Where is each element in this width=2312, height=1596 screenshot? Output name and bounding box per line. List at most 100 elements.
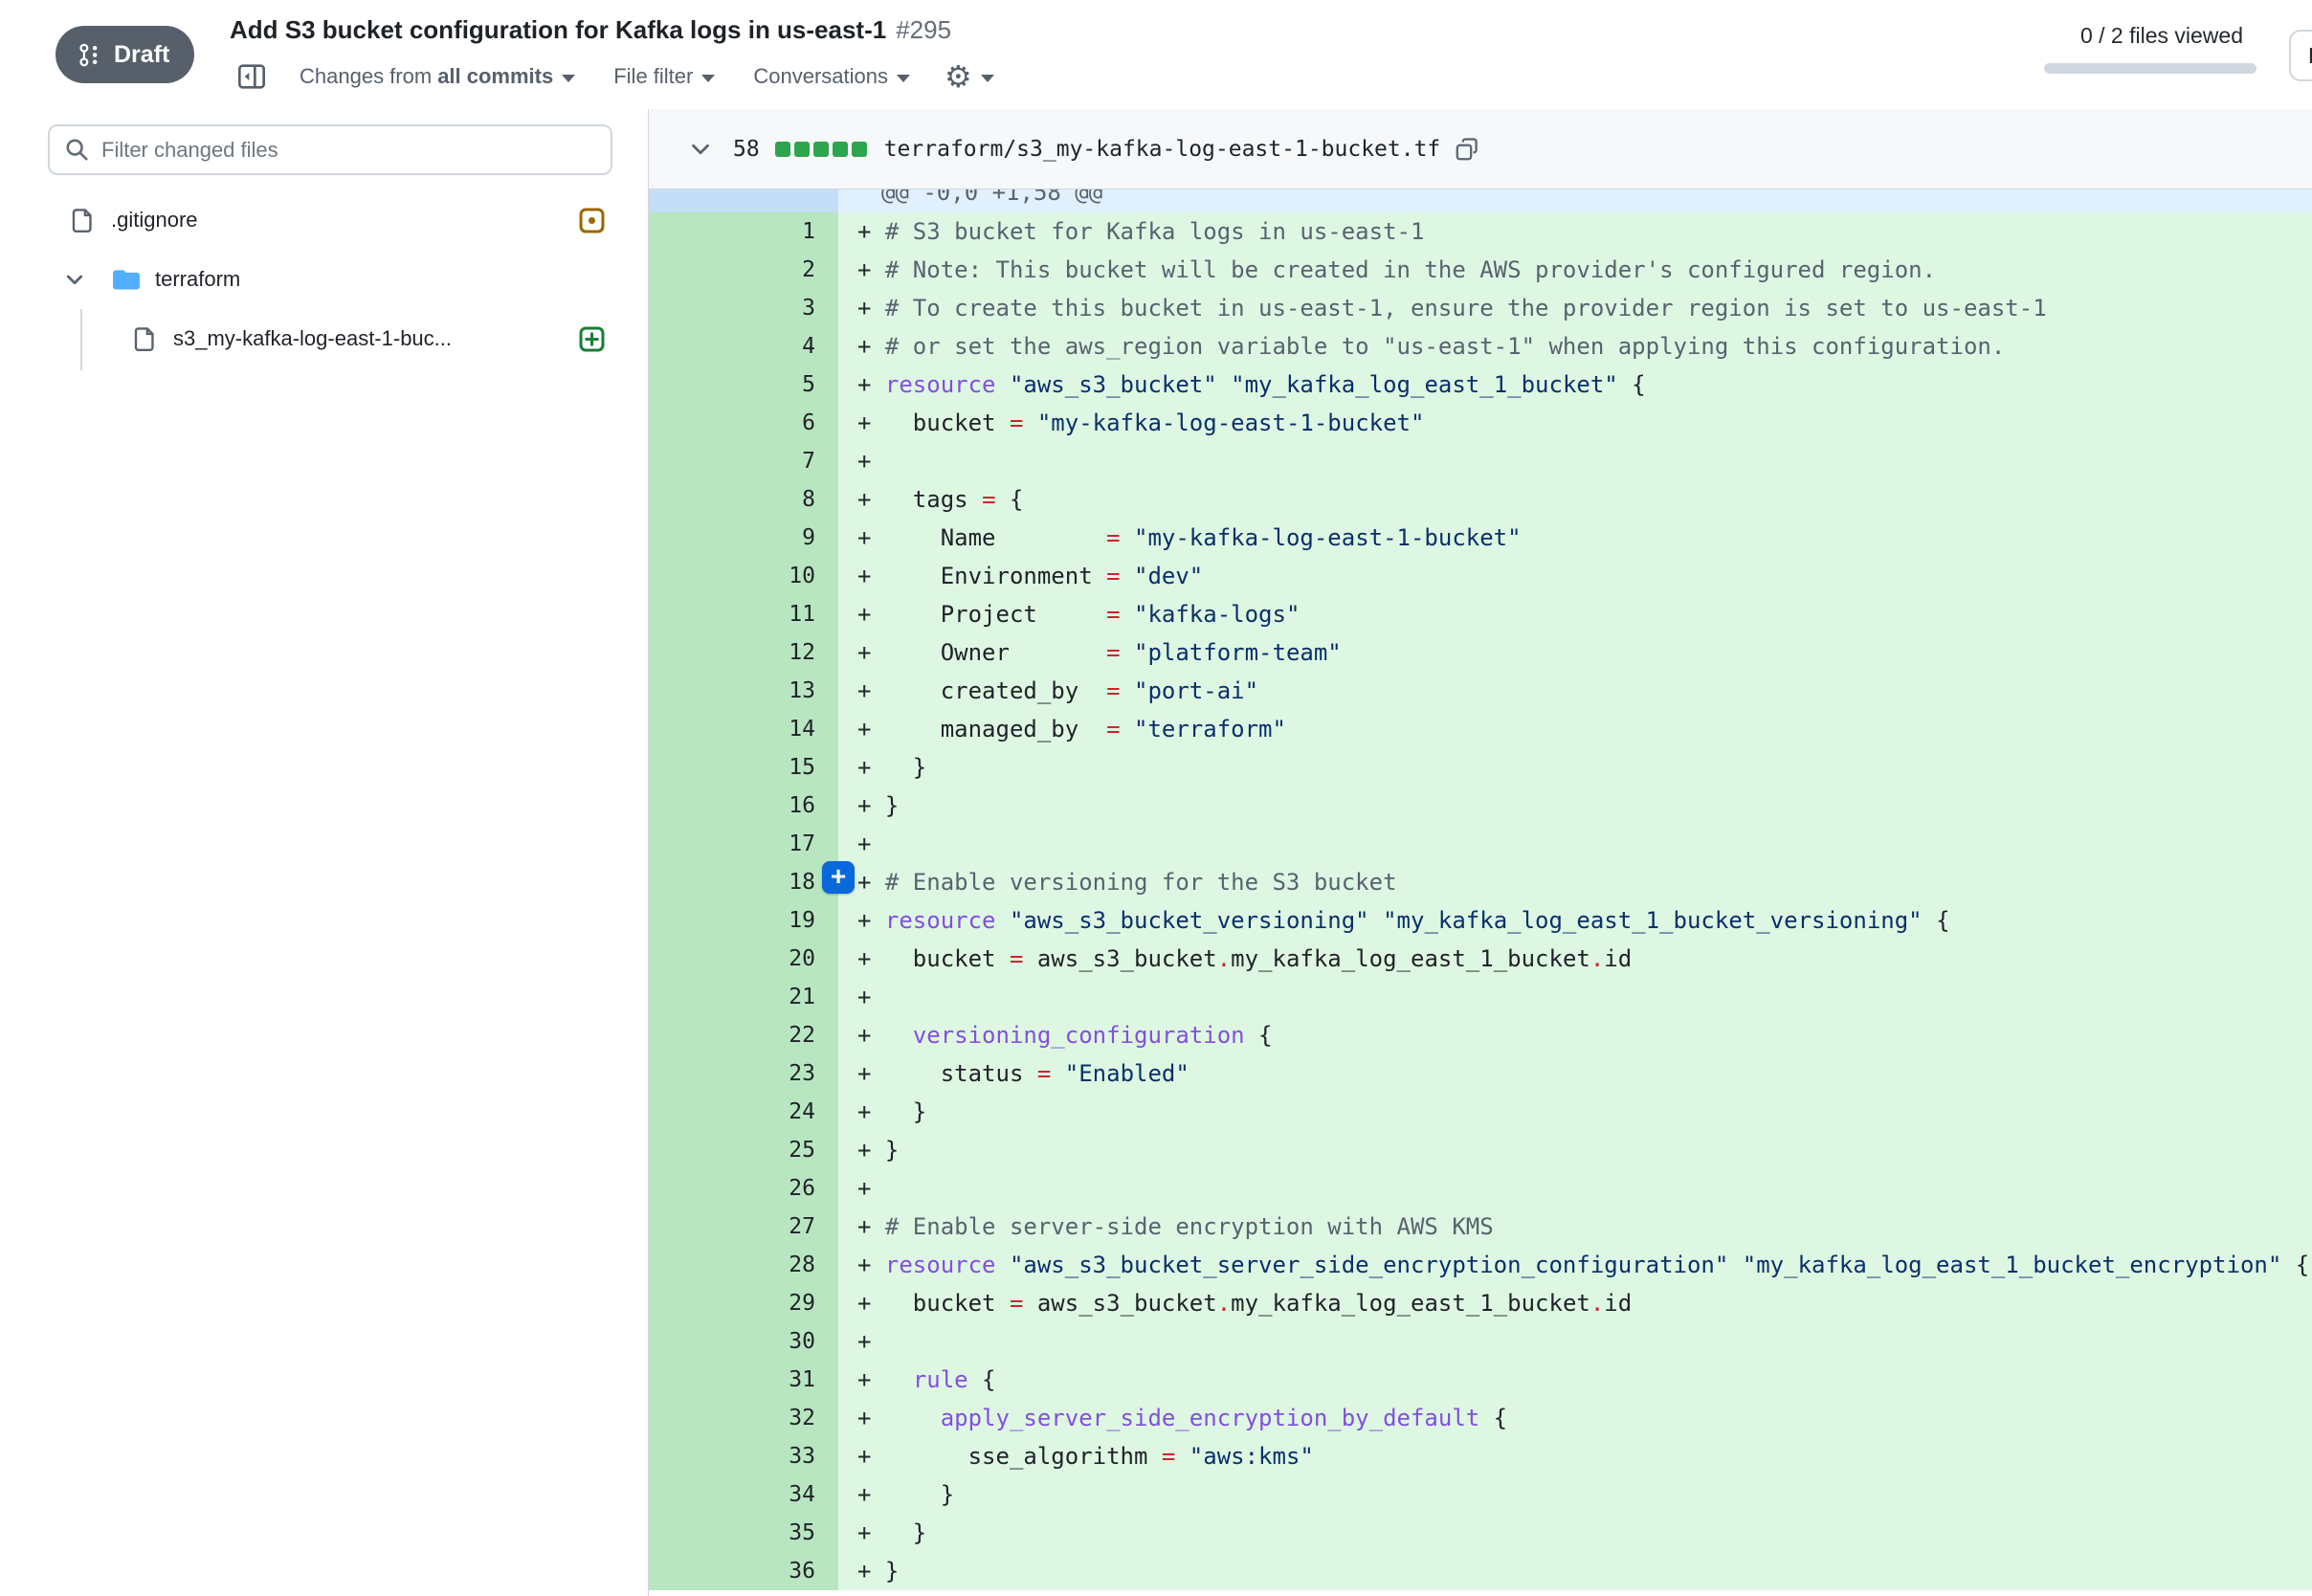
diff-line: 2+ # Note: This bucket will be created i… — [649, 251, 2312, 289]
diff-line-number[interactable]: 33 — [649, 1437, 838, 1475]
pr-title-text: Add S3 bucket configuration for Kafka lo… — [230, 15, 886, 44]
addition-marker: + — [857, 524, 885, 551]
diff-line-number[interactable]: 10 — [649, 557, 838, 595]
diff-line-number[interactable]: 12 — [649, 633, 838, 672]
add-comment-plus-button[interactable]: + — [822, 861, 855, 894]
diff-line-number[interactable]: 3 — [649, 289, 838, 327]
diff-line-number[interactable]: 21 — [649, 978, 838, 1016]
diff-line-number[interactable]: 14 — [649, 710, 838, 748]
diff-line-number[interactable]: 11 — [649, 595, 838, 633]
diff-line-number[interactable]: 25 — [649, 1131, 838, 1169]
diff-line-number[interactable]: 13 — [649, 672, 838, 710]
addition-marker: + — [857, 1405, 885, 1431]
diff-line-code: + versioning_configuration { — [838, 1016, 2312, 1054]
diff-line-code: + tags = { — [838, 480, 2312, 519]
collapse-sidebar-button[interactable] — [236, 61, 267, 92]
files-viewed-counter: 0 / 2 files viewed — [2080, 23, 2243, 49]
file-filter-dropdown[interactable]: File filter — [613, 64, 715, 89]
copy-path-button[interactable] — [1456, 138, 1478, 161]
diff-line: 7+ — [649, 442, 2312, 480]
diff-line-number[interactable]: 26 — [649, 1169, 838, 1208]
tree-item-terraform-folder[interactable]: terraform — [0, 250, 648, 309]
diff-stat-blocks — [775, 142, 867, 157]
diff-filename-link[interactable]: terraform/s3_my-kafka-log-east-1-bucket.… — [884, 137, 1441, 162]
changes-from-dropdown[interactable]: Changes from all commits — [300, 64, 575, 89]
addition-block — [813, 142, 829, 157]
changes-from-value: all commits — [437, 64, 553, 89]
diff-line-number[interactable]: 30 — [649, 1322, 838, 1361]
diff-line: 36+ } — [649, 1552, 2312, 1590]
diff-line-number[interactable]: 22 — [649, 1016, 838, 1054]
diff-line-number[interactable]: 20 — [649, 940, 838, 978]
diff-line-code: + resource "aws_s3_bucket_server_side_en… — [838, 1246, 2312, 1284]
diff-line-number[interactable]: 32 — [649, 1399, 838, 1437]
diff-line-number[interactable]: 7 — [649, 442, 838, 480]
hunk-header-row-clipped: @@ -0,0 +1,58 @@ — [649, 189, 2312, 212]
diff-line-number[interactable]: 36 — [649, 1552, 838, 1590]
diff-line: 5+ resource "aws_s3_bucket" "my_kafka_lo… — [649, 366, 2312, 404]
diff-line-number[interactable]: 34 — [649, 1475, 838, 1514]
diff-line-number[interactable]: 5 — [649, 366, 838, 404]
tree-item-s3-bucket-file[interactable]: s3_my-kafka-log-east-1-buc... — [0, 309, 648, 368]
diff-line-code: + } — [838, 1552, 2312, 1590]
diff-line: 35+ } — [649, 1514, 2312, 1552]
chevron-down-icon — [63, 268, 86, 291]
diff-line-code: + # or set the aws_region variable to "u… — [838, 327, 2312, 366]
diff-line-code: + — [838, 1322, 2312, 1361]
diff-line-number[interactable]: 6 — [649, 404, 838, 442]
conversations-dropdown[interactable]: Conversations — [753, 64, 910, 89]
addition-marker: + — [857, 333, 885, 360]
folder-icon — [113, 266, 140, 293]
addition-block — [794, 142, 810, 157]
addition-marker: + — [857, 1443, 885, 1470]
diff-line-code: + Name = "my-kafka-log-east-1-bucket" — [838, 519, 2312, 557]
pr-number: #295 — [896, 15, 951, 44]
diff-line: 6+ bucket = "my-kafka-log-east-1-bucket" — [649, 404, 2312, 442]
tree-item-gitignore[interactable]: .gitignore — [0, 190, 648, 250]
diff-line-number[interactable]: 19 — [649, 901, 838, 940]
diff-line-number[interactable]: 4 — [649, 327, 838, 366]
diff-line-number[interactable]: 2 — [649, 251, 838, 289]
diff-line: 17+ — [649, 825, 2312, 863]
file-tree-sidebar: .gitignore terraform — [0, 109, 648, 1596]
diff-settings-dropdown[interactable]: ⚙ — [945, 61, 994, 92]
diff-line-number[interactable]: 28 — [649, 1246, 838, 1284]
diff-line-number[interactable]: 31 — [649, 1361, 838, 1399]
diff-line: 29+ bucket = aws_s3_bucket.my_kafka_log_… — [649, 1284, 2312, 1322]
diff-line-number[interactable]: 35 — [649, 1514, 838, 1552]
hunk-gutter — [649, 189, 838, 212]
chevron-down-icon — [562, 75, 575, 82]
draft-badge-label: Draft — [114, 41, 169, 69]
addition-marker: + — [857, 1022, 885, 1049]
pr-title: Add S3 bucket configuration for Kafka lo… — [230, 15, 951, 45]
diff-line-number[interactable]: 18 — [649, 863, 838, 901]
diff-line-number[interactable]: 16 — [649, 787, 838, 825]
diff-line-code: + status = "Enabled" — [838, 1054, 2312, 1093]
diff-line-code: + # Note: This bucket will be created in… — [838, 251, 2312, 289]
tree-item-label: terraform — [155, 267, 240, 292]
diff-line: 13+ created_by = "port-ai" — [649, 672, 2312, 710]
filter-changed-files-input[interactable] — [101, 138, 595, 163]
diff-line-code: + } — [838, 1514, 2312, 1552]
diff-line: 23+ status = "Enabled" — [649, 1054, 2312, 1093]
diff-line-number[interactable]: 27 — [649, 1208, 838, 1246]
addition-block — [852, 142, 867, 157]
diff-line-number[interactable]: 29 — [649, 1284, 838, 1322]
addition-marker: + — [857, 754, 885, 781]
collapse-diff-chevron[interactable] — [689, 138, 712, 161]
diff-line-number[interactable]: 17 — [649, 825, 838, 863]
changes-from-label: Changes from — [300, 64, 432, 89]
chevron-down-icon — [701, 75, 715, 82]
diff-line-number[interactable]: 23 — [649, 1054, 838, 1093]
diff-line-number[interactable]: 9 — [649, 519, 838, 557]
diff-line-number[interactable]: 15 — [649, 748, 838, 787]
addition-marker: + — [857, 256, 885, 283]
review-changes-button-clipped[interactable]: R — [2289, 30, 2312, 81]
diff-line-number[interactable]: 8 — [649, 480, 838, 519]
diff-line-number[interactable]: 1 — [649, 212, 838, 251]
diff-line-code: + } — [838, 1131, 2312, 1169]
diff-line-code: + } — [838, 787, 2312, 825]
diff-line-code: + Owner = "platform-team" — [838, 633, 2312, 672]
addition-marker: + — [857, 1060, 885, 1087]
diff-line-number[interactable]: 24 — [649, 1093, 838, 1131]
